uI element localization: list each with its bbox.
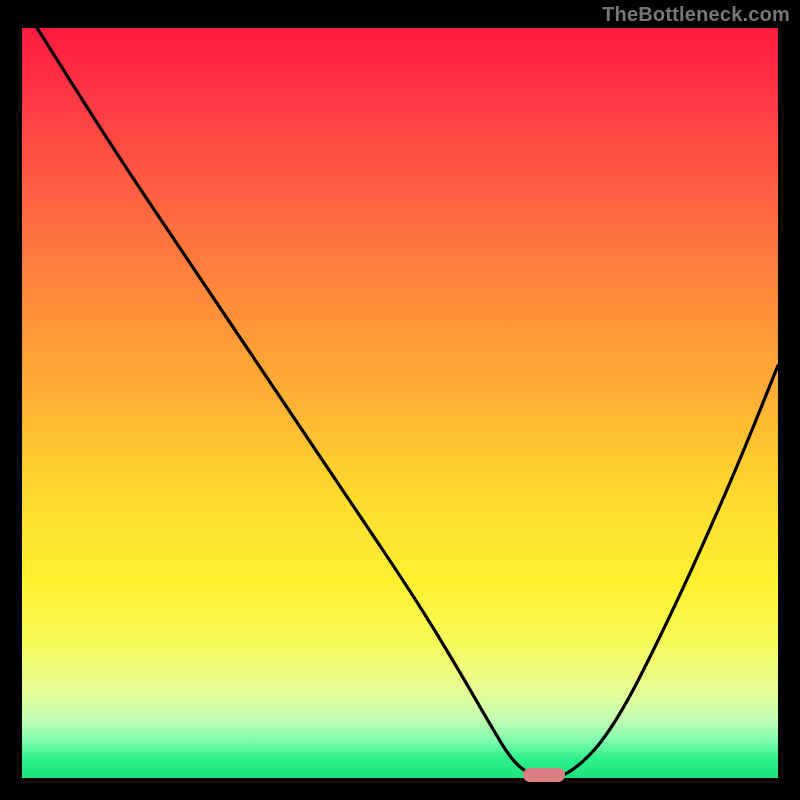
bottleneck-curve <box>22 28 778 778</box>
optimal-marker <box>523 768 565 782</box>
chart-frame <box>0 0 800 800</box>
plot-area <box>22 28 778 778</box>
watermark-text: TheBottleneck.com <box>602 4 790 27</box>
